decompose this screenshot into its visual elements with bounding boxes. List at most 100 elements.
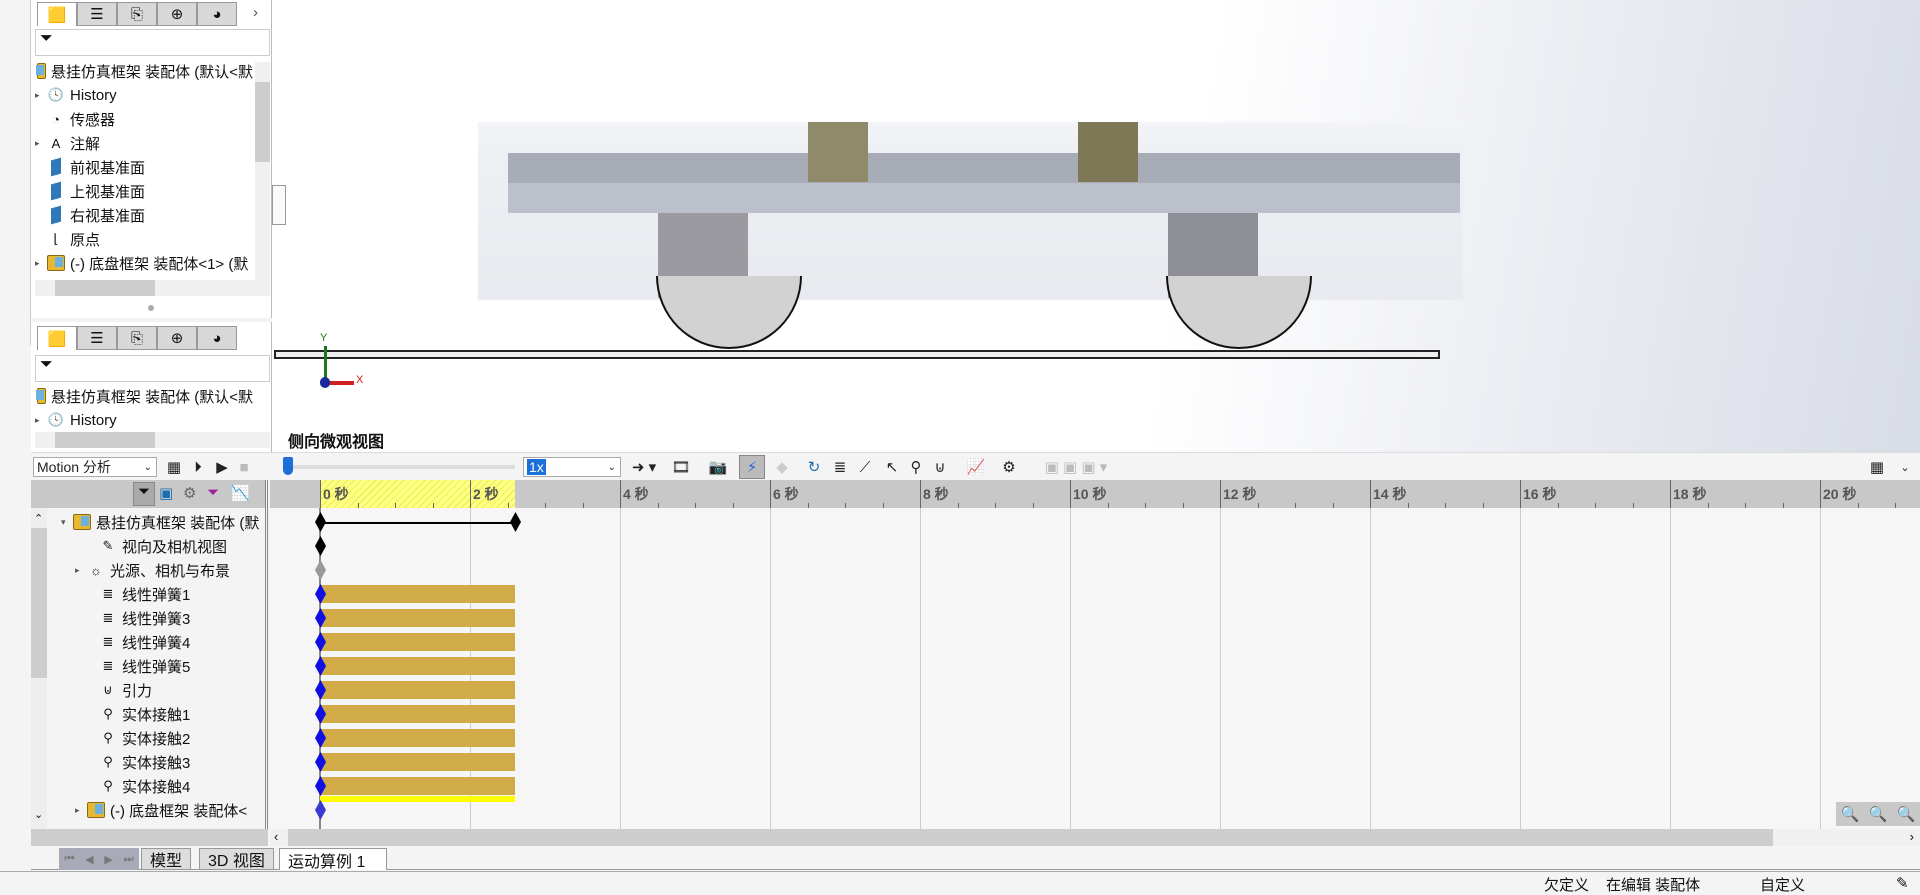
display-manager-icon[interactable]: ◕: [197, 2, 237, 26]
tab-3d-view[interactable]: 3D 视图: [199, 848, 274, 870]
settings-gear-icon[interactable]: ⚙: [999, 457, 1019, 477]
tree-item[interactable]: ⚲ 实体接触3: [87, 750, 265, 774]
tree-item[interactable]: ▾ 悬挂仿真框架 装配体 (默: [61, 510, 265, 534]
tree-item[interactable]: ⌊ 原点: [35, 227, 253, 251]
tree-item[interactable]: ◔ 传感器: [35, 107, 253, 131]
tree-item[interactable]: 上视基准面: [35, 179, 253, 203]
collapse-motion-manager-icon[interactable]: ▦: [1867, 457, 1887, 477]
more-tabs-chevron-icon[interactable]: ›: [253, 4, 258, 21]
change-bar[interactable]: [320, 729, 515, 747]
play-from-start-icon[interactable]: ⏵: [189, 457, 207, 477]
spring-icon[interactable]: ≣: [831, 457, 849, 477]
filter-input[interactable]: ⏷: [35, 29, 270, 56]
tree-item[interactable]: ≣ 线性弹簧4: [87, 630, 265, 654]
expand-arrow-icon[interactable]: ▸: [75, 805, 87, 816]
property-manager-icon[interactable]: ☰: [77, 2, 117, 26]
change-bar[interactable]: [320, 633, 515, 651]
tab-scroll-buttons[interactable]: ⏮ ◀ ▶ ⏭: [59, 848, 139, 870]
autokey-icon[interactable]: ⚡: [739, 455, 765, 479]
filter-selected-icon[interactable]: ⚙: [183, 484, 196, 502]
key-point[interactable]: [510, 512, 521, 532]
tree-vertical-scrollbar[interactable]: [255, 62, 270, 282]
panel-collapse-handle[interactable]: [272, 185, 286, 225]
configuration-manager-icon[interactable]: ⎘: [117, 2, 157, 26]
timeline-ruler[interactable]: 0 秒 2 秒 4 秒 6 秒 8 秒 10 秒 12 秒 14 秒 16 秒 18 秒 20 秒: [270, 480, 1920, 508]
expand-arrow-icon[interactable]: ▸: [75, 565, 87, 576]
chevron-down-icon[interactable]: ⌄: [1897, 457, 1913, 477]
force-icon[interactable]: ↖: [883, 457, 901, 477]
expand-arrow-icon[interactable]: ▸: [35, 90, 47, 101]
feature-tree-icon[interactable]: 🟨: [37, 2, 77, 26]
tree-item[interactable]: ▸ (-) 底盘框架 装配体<1> (默: [35, 251, 253, 275]
expand-arrow-icon[interactable]: ▸: [35, 138, 47, 149]
filter-results-icon[interactable]: ⏷: [207, 484, 219, 501]
tree-item[interactable]: ≣ 线性弹簧5: [87, 654, 265, 678]
contact-icon[interactable]: ⚲: [907, 457, 925, 477]
change-bar[interactable]: [320, 657, 515, 675]
results-plots-icon[interactable]: 📈: [965, 457, 987, 477]
tree-item[interactable]: ▸ (-) 底盘框架 装配体<: [75, 798, 265, 822]
configuration-manager-icon[interactable]: ⎘: [117, 326, 157, 350]
tree-item[interactable]: ▸ A 注解: [35, 131, 253, 155]
splitter-handle[interactable]: [148, 305, 154, 311]
change-bar[interactable]: [320, 681, 515, 699]
tree-horizontal-scrollbar-2[interactable]: [35, 432, 270, 448]
filter-driving-icon[interactable]: ▣: [159, 484, 173, 502]
zoom-out-icon[interactable]: 🔍: [1897, 805, 1916, 823]
playback-speed-dropdown[interactable]: 1x ⌄: [523, 457, 621, 477]
key-point[interactable]: [315, 512, 326, 532]
tree-item[interactable]: 悬挂仿真框架 装配体 (默认<默: [31, 384, 253, 408]
simulation-study-icons[interactable]: ▣ ▣ ▣ ▾: [1031, 457, 1121, 477]
change-bar[interactable]: [320, 609, 515, 627]
filter-input-2[interactable]: ⏷: [35, 355, 270, 382]
playback-slider[interactable]: [283, 457, 515, 477]
tree-item[interactable]: 前视基准面: [35, 155, 253, 179]
damper-icon[interactable]: ⟋: [855, 457, 875, 477]
change-bar[interactable]: [320, 777, 515, 795]
rebuild-icon[interactable]: ✎: [1896, 874, 1909, 892]
key-point[interactable]: [315, 560, 326, 580]
component-change-bar[interactable]: [320, 796, 515, 802]
tree-item[interactable]: ▸ ☼ 光源、相机与布景: [75, 558, 265, 582]
status-units[interactable]: 自定义: [1760, 874, 1805, 895]
dimxpert-icon[interactable]: ⊕: [157, 2, 197, 26]
stop-icon[interactable]: ■: [237, 457, 251, 477]
tree-item[interactable]: ⚲ 实体接触2: [87, 726, 265, 750]
tree-item[interactable]: ▸ 🕓 History: [35, 83, 253, 107]
timeline-area[interactable]: [270, 508, 1920, 829]
filter-animated-icon[interactable]: ⏷: [133, 482, 155, 506]
tree-item[interactable]: ⚲ 实体接触4: [87, 774, 265, 798]
dimxpert-icon[interactable]: ⊕: [157, 326, 197, 350]
property-manager-icon[interactable]: ☰: [77, 326, 117, 350]
zoom-in-icon[interactable]: 🔍: [1869, 805, 1888, 823]
play-icon[interactable]: ▶: [213, 457, 231, 477]
tree-item[interactable]: ▸ 🕓 History: [35, 408, 253, 432]
zoom-to-fit-icon[interactable]: 🔍: [1841, 805, 1860, 823]
change-bar[interactable]: [320, 753, 515, 771]
tab-model[interactable]: 模型: [141, 848, 192, 870]
graphics-viewport[interactable]: Y X: [272, 0, 1920, 452]
tree-item[interactable]: 悬挂仿真框架 装配体 (默认<默: [31, 59, 253, 83]
display-manager-icon[interactable]: ◕: [197, 326, 237, 350]
change-bar[interactable]: [320, 705, 515, 723]
timeline-horizontal-scrollbar[interactable]: ‹ ›: [270, 829, 1920, 846]
expand-arrow-icon[interactable]: ▾: [61, 517, 73, 528]
tree-item[interactable]: 右视基准面: [35, 203, 253, 227]
tree-item[interactable]: ≣ 线性弹簧1: [87, 582, 265, 606]
playback-mode-icon[interactable]: ➜ ▾: [629, 457, 659, 477]
motor-icon[interactable]: ↻: [803, 457, 825, 477]
expand-arrow-icon[interactable]: ▸: [35, 258, 47, 269]
tree-horizontal-scrollbar[interactable]: [35, 280, 270, 296]
study-type-dropdown[interactable]: Motion 分析 ⌄: [33, 457, 157, 477]
animation-wizard-icon[interactable]: 📷: [707, 457, 729, 477]
tree-item[interactable]: ⊍ 引力: [87, 678, 265, 702]
calculate-icon[interactable]: ▦: [165, 457, 183, 477]
feature-tree-icon[interactable]: 🟨: [37, 326, 77, 350]
change-bar[interactable]: [320, 585, 515, 603]
tree-item[interactable]: ⚲ 实体接触1: [87, 702, 265, 726]
tree-item[interactable]: ✎ 视向及相机视图: [87, 534, 265, 558]
save-animation-icon[interactable]: 🎞: [671, 457, 691, 477]
tree-item[interactable]: ≣ 线性弹簧3: [87, 606, 265, 630]
tab-motion-study-1[interactable]: 运动算例 1: [279, 848, 387, 871]
key-point[interactable]: [315, 536, 326, 556]
